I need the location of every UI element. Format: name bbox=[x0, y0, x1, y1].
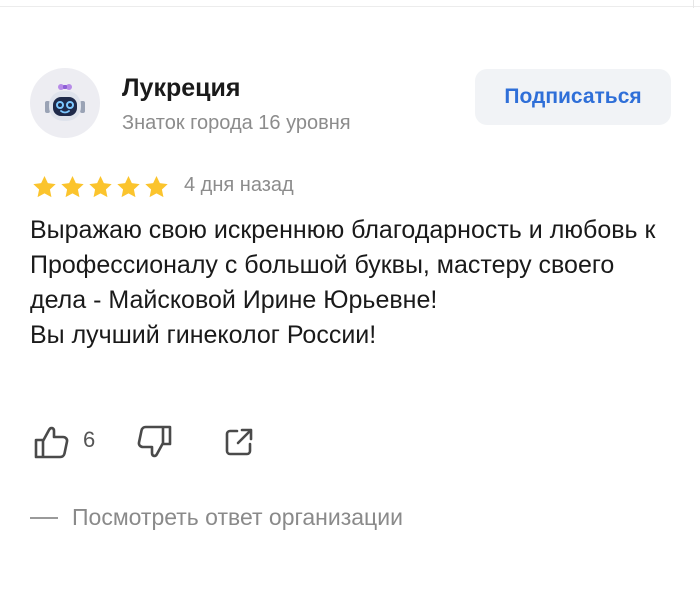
star-icon bbox=[145, 175, 168, 198]
view-answer-label: Посмотреть ответ организации bbox=[72, 504, 403, 530]
user-level: Знаток города 16 уровня bbox=[122, 112, 351, 134]
review-paragraph: Вы лучший гинеколог России! bbox=[30, 321, 377, 349]
review-paragraph: Выражаю свою искреннюю благодарность и л… bbox=[30, 216, 656, 314]
review-card: Лукреция Знаток города 16 уровня Подписа… bbox=[0, 0, 700, 608]
top-divider bbox=[0, 6, 700, 7]
rating-stars bbox=[31, 174, 170, 200]
thumbs-down-icon[interactable] bbox=[134, 424, 174, 460]
like-count: 6 bbox=[83, 427, 96, 452]
star-icon bbox=[89, 175, 112, 198]
review-date: 4 дня назад bbox=[184, 174, 294, 196]
view-answer-link[interactable]: Посмотреть ответ организации bbox=[30, 504, 403, 531]
star-icon bbox=[117, 175, 140, 198]
share-icon[interactable] bbox=[223, 426, 255, 458]
review-text: Выражаю свою искреннюю благодарность и л… bbox=[30, 213, 670, 353]
avatar[interactable] bbox=[30, 68, 100, 138]
subscribe-button[interactable]: Подписаться bbox=[475, 69, 671, 125]
user-name[interactable]: Лукреция bbox=[122, 74, 240, 103]
star-icon bbox=[33, 175, 56, 198]
edge-divider bbox=[693, 0, 694, 8]
thumbs-up-icon[interactable] bbox=[32, 424, 72, 460]
dash-divider bbox=[30, 516, 58, 519]
robot-avatar-icon bbox=[45, 84, 85, 121]
star-icon bbox=[61, 175, 84, 198]
